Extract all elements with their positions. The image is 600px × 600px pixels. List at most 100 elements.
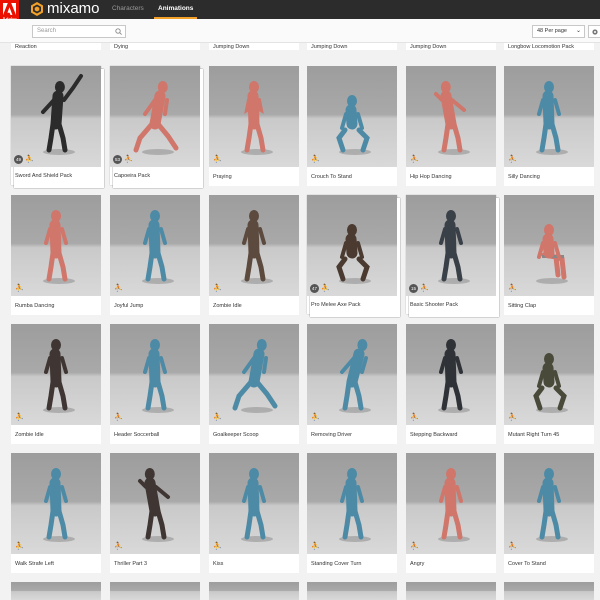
- card-label: Basic Shooter Pack: [410, 302, 458, 308]
- character-figure: [142, 339, 174, 413]
- animation-card[interactable]: ⛹ Zombie Idle: [11, 324, 101, 444]
- card-thumbnail: [11, 582, 101, 600]
- tab-animations[interactable]: Animations: [154, 0, 198, 19]
- animation-card[interactable]: ⛹ Header Soccerball: [110, 324, 200, 444]
- card-thumbnail: ⛹: [209, 66, 299, 167]
- character-figure: [438, 210, 470, 284]
- card-label: Dying: [114, 44, 129, 50]
- animation-card[interactable]: ⛹ Rumba Dancing: [11, 195, 101, 315]
- card-label: Standing Cover Turn: [311, 561, 362, 567]
- animation-card[interactable]: ⛹ Angry: [406, 453, 496, 573]
- animation-card[interactable]: ⛹ Zombie Idle: [209, 195, 299, 315]
- character-figure: [41, 74, 83, 155]
- card-label: Hip Hop Dancing: [410, 174, 452, 180]
- card-label: Jumping Down: [213, 44, 250, 50]
- running-man-icon: ⛹: [321, 285, 330, 292]
- animation-card[interactable]: ⛹ Kiss: [209, 453, 299, 573]
- animation-card[interactable]: 53 ⛹ Capoeira Pack: [110, 66, 203, 188]
- character-figure: [536, 468, 568, 542]
- card-thumbnail: 47 ⛹: [307, 195, 397, 296]
- animation-card[interactable]: ⛹ Hip Hop Dancing: [406, 66, 496, 186]
- per-page-value: 48 Per page: [537, 28, 567, 34]
- character-figure: [142, 210, 174, 284]
- card-label: Angry: [410, 561, 425, 567]
- card-bottom-2[interactable]: [209, 582, 299, 600]
- animation-card[interactable]: ⛹ Removing Driver: [307, 324, 397, 444]
- card-thumbnail: ⛹: [11, 453, 101, 554]
- card-thumbnail: ⛹: [307, 453, 397, 554]
- card-thumbnail: ⛹: [406, 66, 496, 167]
- animation-card[interactable]: ⛹ Standing Cover Turn: [307, 453, 397, 573]
- running-man-icon: ⛹: [508, 543, 517, 550]
- card-top-0[interactable]: Reaction: [11, 43, 101, 50]
- animation-card[interactable]: ⛹ Mutant Right Turn 45: [504, 324, 594, 444]
- running-man-icon: ⛹: [311, 414, 320, 421]
- running-man-icon: ⛹: [114, 414, 123, 421]
- card-thumbnail: ⛹: [11, 195, 101, 296]
- card-thumbnail: 53 ⛹: [110, 66, 200, 167]
- per-page-select[interactable]: 48 Per page ⌄: [532, 25, 585, 38]
- character-figure: [43, 468, 75, 542]
- card-thumbnail: ⛹: [110, 324, 200, 425]
- settings-button[interactable]: [588, 25, 600, 38]
- animation-card[interactable]: 49 ⛹ Sword And Shield Pack: [11, 66, 104, 188]
- animation-card[interactable]: ⛹ Walk Strafe Left: [11, 453, 101, 573]
- card-thumbnail: ⛹: [307, 324, 397, 425]
- card-thumbnail: 49 ⛹: [11, 66, 101, 167]
- animation-card[interactable]: ⛹ Stepping Backward: [406, 324, 496, 444]
- card-bottom-0[interactable]: [11, 582, 101, 600]
- card-thumbnail: ⛹: [110, 195, 200, 296]
- toolbar: Search 48 Per page ⌄: [0, 19, 600, 43]
- running-man-icon: ⛹: [25, 156, 34, 163]
- card-thumbnail: [209, 582, 299, 600]
- search-input[interactable]: Search: [32, 25, 126, 38]
- card-top-1[interactable]: Dying: [110, 43, 200, 50]
- character-figure: [241, 468, 273, 542]
- animation-card[interactable]: ⛹ Sitting Clap: [504, 195, 594, 315]
- card-top-4[interactable]: Jumping Down: [406, 43, 496, 50]
- card-thumbnail: ⛹: [209, 324, 299, 425]
- animation-card[interactable]: ⛹ Praying: [209, 66, 299, 186]
- logo-text: mixamo: [47, 0, 100, 17]
- character-figure: [241, 81, 273, 155]
- card-label: Crouch To Stand: [311, 174, 352, 180]
- card-bottom-4[interactable]: [406, 582, 496, 600]
- character-figure: [138, 468, 174, 542]
- animation-card[interactable]: ⛹ Joyful Jump: [110, 195, 200, 315]
- animation-card[interactable]: ⛹ Goalkeeper Scoop: [209, 324, 299, 444]
- running-man-icon: ⛹: [410, 156, 419, 163]
- character-figure: [336, 95, 371, 155]
- gear-icon: [592, 29, 598, 35]
- card-label: Joyful Jump: [114, 303, 144, 309]
- running-man-icon: ⛹: [311, 543, 320, 550]
- tab-characters[interactable]: Characters: [108, 0, 148, 19]
- chevron-down-icon: ⌄: [575, 28, 581, 34]
- animation-card[interactable]: 15 ⛹ Basic Shooter Pack: [406, 195, 499, 317]
- card-bottom-3[interactable]: [307, 582, 397, 600]
- card-bottom-5[interactable]: [504, 582, 594, 600]
- card-top-3[interactable]: Jumping Down: [307, 43, 397, 50]
- card-label: Walk Strafe Left: [15, 561, 54, 567]
- animation-card[interactable]: ⛹ Crouch To Stand: [307, 66, 397, 186]
- character-figure: [339, 339, 371, 413]
- card-bottom-1[interactable]: [110, 582, 200, 600]
- character-figure: [434, 81, 470, 155]
- search-icon: [115, 28, 122, 35]
- pack-count-badge: 49: [14, 155, 23, 164]
- mixamo-mark-icon: [31, 2, 43, 16]
- running-man-icon: ⛹: [15, 414, 24, 421]
- card-label: Stepping Backward: [410, 432, 458, 438]
- card-label: Jumping Down: [410, 44, 447, 50]
- animation-card[interactable]: ⛹ Cover To Stand: [504, 453, 594, 573]
- card-label: Sitting Clap: [508, 303, 537, 309]
- pack-count-badge: 47: [310, 284, 319, 293]
- animation-card[interactable]: ⛹ Thriller Part 3: [110, 453, 200, 573]
- card-top-2[interactable]: Jumping Down: [209, 43, 299, 50]
- card-thumbnail: ⛹: [209, 453, 299, 554]
- card-thumbnail: ⛹: [504, 195, 594, 296]
- card-top-5[interactable]: Longbow Locomotion Pack: [504, 43, 594, 50]
- running-man-icon: ⛹: [114, 543, 123, 550]
- animation-card[interactable]: ⛹ Silly Dancing: [504, 66, 594, 186]
- animation-card[interactable]: 47 ⛹ Pro Melee Axe Pack: [307, 195, 400, 317]
- card-label: Goalkeeper Scoop: [213, 432, 259, 438]
